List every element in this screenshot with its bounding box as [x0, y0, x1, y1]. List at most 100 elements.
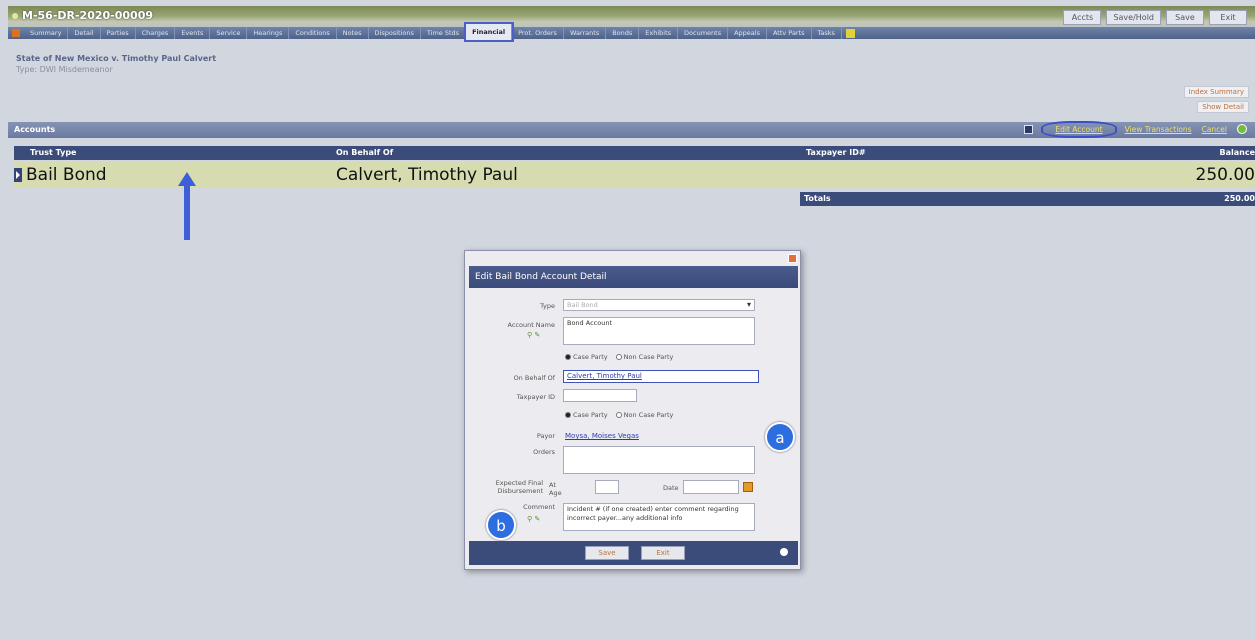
row-on-behalf-of: Calvert, Timothy Paul [336, 165, 518, 185]
orders-label: Orders [533, 448, 555, 456]
non-case-party-text: Non Case Party [623, 411, 674, 419]
tab-parties[interactable]: Parties [101, 27, 136, 39]
at-age-label: At Age [549, 481, 562, 497]
show-detail-link[interactable]: Show Detail [1197, 101, 1249, 113]
dialog-exit-button[interactable]: Exit [641, 546, 685, 560]
tab-notes[interactable]: Notes [337, 27, 369, 39]
tab-time-stds[interactable]: Time Stds [421, 27, 467, 39]
on-behalf-label: On Behalf Of [513, 374, 555, 382]
on-behalf-party-radios: Case Party Non Case Party [565, 353, 673, 361]
cancel-link[interactable]: Cancel [1202, 125, 1227, 134]
close-icon[interactable] [788, 254, 797, 263]
collapse-icon[interactable] [1024, 124, 1034, 134]
case-title: State of New Mexico v. Timothy Paul Calv… [16, 54, 217, 63]
col-on-behalf-of[interactable]: On Behalf Of [336, 148, 393, 157]
arrow-up-icon [178, 172, 196, 240]
dialog-title: Edit Bail Bond Account Detail [469, 266, 798, 288]
totals-label: Totals [804, 194, 831, 203]
payor-party-radios: Case Party Non Case Party [565, 411, 673, 419]
side-links: Index Summary Show Detail [1183, 86, 1249, 113]
type-select[interactable]: Bail Bond [563, 299, 755, 311]
menu-icon[interactable] [12, 29, 20, 37]
on-behalf-link[interactable]: Calvert, Timothy Paul [567, 372, 642, 380]
case-id-text: M-56-DR-2020-00009 [22, 9, 154, 22]
accounts-column-headers: Trust Type On Behalf Of Taxpayer ID# Bal… [14, 146, 1255, 160]
radio-unchecked-icon [615, 354, 622, 360]
top-button-group: Accts Save/Hold Save Exit [1063, 10, 1247, 25]
save-hold-button[interactable]: Save/Hold [1106, 10, 1161, 25]
totals-value: 250.00 [1224, 194, 1255, 203]
view-transactions-link[interactable]: View Transactions [1125, 125, 1192, 134]
annotation-badge-b: b [486, 510, 516, 540]
row-trust-type: Bail Bond [26, 165, 107, 185]
at-age-field[interactable] [595, 480, 619, 494]
tab-financial[interactable]: Financial [464, 22, 515, 42]
edit-account-link[interactable]: Edit Account [1041, 120, 1117, 138]
exit-button[interactable]: Exit [1209, 10, 1247, 25]
non-case-party-text: Non Case Party [623, 353, 674, 361]
index-summary-link[interactable]: Index Summary [1183, 86, 1249, 98]
tab-hearings[interactable]: Hearings [247, 27, 290, 39]
case-party-text: Case Party [573, 411, 608, 419]
comment-spellcheck-icon[interactable]: ⚲ ✎ [527, 515, 540, 523]
comment-field[interactable]: Incident # (if one created) enter commen… [563, 503, 755, 531]
comment-label: Comment [523, 503, 555, 511]
tab-warrants[interactable]: Warrants [564, 27, 607, 39]
col-balance[interactable]: Balance [1220, 148, 1255, 157]
radio-unchecked-icon [615, 412, 622, 418]
accounts-title: Accounts [14, 125, 56, 134]
disbursement-label: Expected Final Disbursement [495, 479, 543, 495]
calendar-icon[interactable] [743, 482, 753, 492]
case-party-text: Case Party [573, 353, 608, 361]
tab-documents[interactable]: Documents [678, 27, 729, 39]
dialog-footer: Save Exit [469, 541, 798, 565]
tab-conditions[interactable]: Conditions [289, 27, 337, 39]
payor-link-wrap: Moysa, Moises Vegas [565, 431, 639, 441]
dialog-save-button[interactable]: Save [585, 546, 629, 560]
totals-row: Totals 250.00 [800, 192, 1255, 206]
payor-link[interactable]: Moysa, Moises Vegas [565, 432, 639, 440]
star-icon[interactable] [845, 28, 855, 38]
tab-exhibits[interactable]: Exhibits [639, 27, 679, 39]
taxpayer-field[interactable] [563, 389, 637, 402]
orders-field[interactable] [563, 446, 755, 474]
case-party-radio[interactable]: Case Party [565, 353, 608, 361]
save-button[interactable]: Save [1166, 10, 1204, 25]
payor-case-party-radio[interactable]: Case Party [565, 411, 608, 419]
tab-service[interactable]: Service [210, 27, 248, 39]
account-name-label: Account Name [507, 321, 556, 329]
tab-detail[interactable]: Detail [68, 27, 101, 39]
payor-label: Payor [536, 432, 555, 440]
tab-events[interactable]: Events [175, 27, 211, 39]
date-field[interactable] [683, 480, 739, 494]
non-case-party-radio[interactable]: Non Case Party [615, 353, 674, 361]
tab-bonds[interactable]: Bonds [606, 27, 640, 39]
spellcheck-icon[interactable]: ⚲ ✎ [527, 331, 540, 339]
col-taxpayer-id[interactable]: Taxpayer ID# [806, 148, 866, 157]
table-row[interactable]: Bail Bond Calvert, Timothy Paul 250.00 [14, 162, 1255, 188]
payor-non-case-party-radio[interactable]: Non Case Party [615, 411, 674, 419]
tab-dispositions[interactable]: Dispositions [369, 27, 421, 39]
accounts-actions: Edit Account View Transactions Cancel [1024, 120, 1247, 138]
tab-summary[interactable]: Summary [24, 27, 69, 39]
radio-checked-icon [565, 412, 571, 418]
info-icon[interactable] [780, 548, 788, 556]
radio-checked-icon [565, 354, 571, 360]
row-selector-icon [14, 168, 22, 182]
tab-bar: Summary Detail Parties Charges Events Se… [8, 22, 1255, 42]
tab-atty-parts[interactable]: Attv Parts [767, 27, 812, 39]
row-balance: 250.00 [1195, 165, 1255, 185]
col-trust-type[interactable]: Trust Type [30, 148, 76, 157]
taxpayer-label: Taxpayer ID [516, 393, 555, 401]
type-label: Type [540, 302, 555, 310]
accts-button[interactable]: Accts [1063, 10, 1102, 25]
tab-appeals[interactable]: Appeals [728, 27, 767, 39]
tab-prot-orders[interactable]: Prot. Orders [512, 27, 564, 39]
tab-charges[interactable]: Charges [136, 27, 176, 39]
account-name-field[interactable]: Bond Account [563, 317, 755, 345]
help-icon[interactable] [1237, 124, 1247, 134]
on-behalf-field[interactable]: Calvert, Timothy Paul [563, 370, 759, 383]
case-id: M-56-DR-2020-00009 [12, 9, 153, 22]
accounts-header: Accounts Edit Account View Transactions … [8, 120, 1255, 138]
tab-tasks[interactable]: Tasks [812, 27, 842, 39]
